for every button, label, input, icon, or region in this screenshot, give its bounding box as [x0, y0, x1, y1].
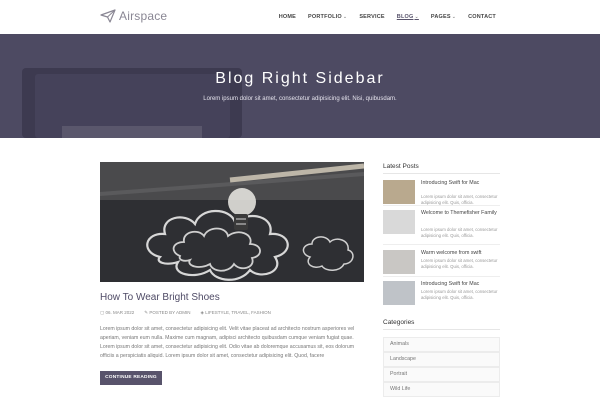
category-item-animals[interactable]: Animals: [383, 337, 500, 352]
post-meta: ▢ 06. MAR 2022 ✎ POSTED BY ADMIN ◈ LIFES…: [100, 310, 271, 316]
nav-contact-label: CONTACT: [468, 14, 496, 20]
post-title[interactable]: How To Wear Bright Shoes: [100, 292, 220, 303]
latest-post-text: Lorem ipsum dolor sit amet, consectetur …: [421, 194, 498, 205]
category-item-wild-life[interactable]: Wild Life: [383, 382, 500, 397]
categories-heading: Categories: [383, 319, 415, 326]
chevron-down-icon: ⌄: [414, 14, 419, 20]
hero-background-keyboard: [62, 126, 202, 138]
divider: [383, 244, 500, 245]
lightbulb-chalkboard-image: [100, 162, 364, 282]
post-image[interactable]: [100, 162, 364, 282]
nav-portfolio-label: PORTFOLIO: [308, 14, 342, 20]
latest-post-title[interactable]: Introducing Swift for Mac: [421, 281, 501, 288]
categories-underline: [383, 329, 500, 330]
logo-text: Airspace: [119, 9, 168, 23]
post-tags-text: LIFESTYLE, TRAVEL, FASHION: [205, 310, 271, 315]
nav-blog[interactable]: BLOG⌄: [397, 14, 419, 20]
nav-pages-label: PAGES: [430, 14, 451, 20]
latest-posts-underline: [383, 173, 500, 174]
page-hero: Blog Right Sidebar Lorem ipsum dolor sit…: [0, 34, 600, 138]
post-tags[interactable]: ◈ LIFESTYLE, TRAVEL, FASHION: [201, 310, 271, 316]
post-author-text: POSTED BY ADMIN: [149, 310, 191, 315]
nav-portfolio[interactable]: PORTFOLIO⌄: [308, 14, 347, 20]
site-header: Airspace HOME PORTFOLIO⌄ SERVICE BLOG⌄ P…: [0, 0, 600, 34]
nav-home-label: HOME: [278, 14, 297, 20]
latest-post-thumbnail[interactable]: [383, 281, 415, 305]
latest-post-title[interactable]: Introducing Swift for Mac: [421, 180, 501, 187]
main-nav: HOME PORTFOLIO⌄ SERVICE BLOG⌄ PAGES⌄ CON…: [267, 14, 496, 20]
latest-post-item[interactable]: Introducing Swift for Mac Lorem ipsum do…: [383, 180, 500, 208]
logo[interactable]: Airspace: [100, 9, 167, 23]
category-item-landscape[interactable]: Landscape: [383, 352, 500, 367]
latest-post-thumbnail[interactable]: [383, 180, 415, 204]
page-title: Blog Right Sidebar: [215, 70, 385, 87]
latest-post-thumbnail[interactable]: [383, 210, 415, 234]
chevron-down-icon: ⌄: [451, 14, 457, 20]
paper-plane-icon: [100, 9, 116, 23]
post-author: ✎ POSTED BY ADMIN: [144, 310, 191, 315]
latest-post-text: Lorem ipsum dolor sit amet, consectetur …: [421, 258, 498, 269]
post-date-text: 06. MAR 2022: [105, 310, 135, 315]
latest-post-item[interactable]: Warm welcome from swift Lorem ipsum dolo…: [383, 250, 500, 278]
nav-blog-label: BLOG: [396, 14, 414, 20]
nav-service[interactable]: SERVICE: [359, 14, 384, 20]
divider: [383, 205, 500, 206]
category-item-portrait[interactable]: Portrait: [383, 367, 500, 382]
page-subtitle: Lorem ipsum dolor sit amet, consectetur …: [203, 96, 397, 102]
chevron-down-icon: ⌄: [342, 14, 348, 20]
divider: [383, 276, 500, 277]
latest-post-title[interactable]: Welcome to Themefisher Family: [421, 210, 501, 217]
nav-home[interactable]: HOME: [279, 14, 296, 20]
latest-post-text: Lorem ipsum dolor sit amet, consectetur …: [421, 289, 498, 300]
latest-post-thumbnail[interactable]: [383, 250, 415, 274]
latest-post-item[interactable]: Welcome to Themefisher Family Lorem ipsu…: [383, 210, 500, 238]
post-excerpt: Lorem ipsum dolor sit amet, consectetur …: [100, 326, 355, 359]
continue-reading-button[interactable]: CONTINUE READING: [100, 371, 162, 385]
nav-service-label: SERVICE: [359, 14, 385, 20]
latest-posts-heading: Latest Posts: [383, 163, 419, 170]
nav-contact[interactable]: CONTACT: [468, 14, 496, 20]
latest-post-text: Lorem ipsum dolor sit amet, consectetur …: [421, 227, 498, 238]
latest-post-item[interactable]: Introducing Swift for Mac Lorem ipsum do…: [383, 281, 500, 309]
nav-pages[interactable]: PAGES⌄: [431, 14, 456, 20]
latest-post-title[interactable]: Warm welcome from swift: [421, 250, 501, 257]
post-date: ▢ 06. MAR 2022: [100, 310, 135, 315]
